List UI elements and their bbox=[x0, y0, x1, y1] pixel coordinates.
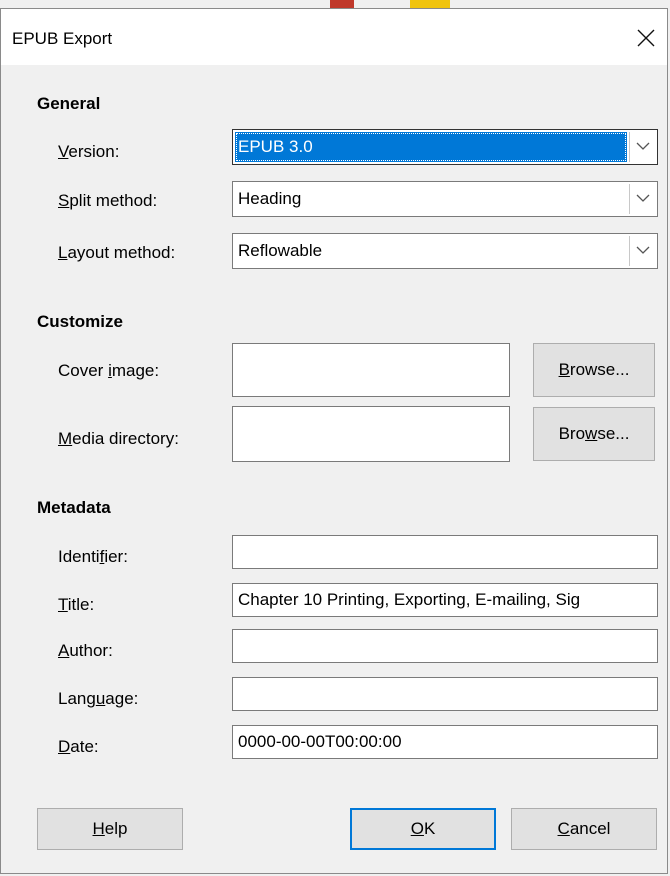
section-customize: Customize bbox=[37, 312, 123, 331]
split-method-select[interactable]: Heading bbox=[232, 181, 658, 217]
identifier-input[interactable] bbox=[232, 535, 658, 569]
chevron-down-icon bbox=[636, 142, 650, 150]
layout-method-select[interactable]: Reflowable bbox=[232, 233, 658, 269]
cancel-button[interactable]: Cancel bbox=[511, 808, 657, 850]
split-method-label: Split method: bbox=[58, 191, 158, 210]
dropdown-button[interactable] bbox=[629, 184, 655, 214]
help-button[interactable]: Help bbox=[37, 808, 183, 850]
section-metadata: Metadata bbox=[37, 498, 111, 517]
media-directory-input[interactable] bbox=[232, 406, 510, 462]
section-general: General bbox=[37, 94, 101, 113]
date-input[interactable]: 0000-00-00T00:00:00 bbox=[232, 725, 658, 759]
date-label: Date: bbox=[58, 737, 99, 756]
author-input[interactable] bbox=[232, 629, 658, 663]
identifier-label: Identifier: bbox=[58, 547, 128, 566]
version-label: Version: bbox=[58, 142, 120, 161]
close-icon[interactable] bbox=[629, 21, 663, 55]
cover-image-label: Cover image: bbox=[58, 361, 160, 380]
title-bar: EPUB Export bbox=[1, 9, 667, 65]
cover-image-input[interactable] bbox=[232, 343, 510, 397]
layout-method-value: Reflowable bbox=[238, 241, 323, 260]
language-label: Language: bbox=[58, 689, 139, 708]
chevron-down-icon bbox=[636, 246, 650, 254]
author-label: Author: bbox=[58, 641, 113, 660]
chevron-down-icon bbox=[636, 194, 650, 202]
split-method-value: Heading bbox=[238, 189, 302, 208]
version-value: EPUB 3.0 bbox=[238, 137, 313, 156]
media-directory-label: Media directory: bbox=[58, 429, 179, 448]
media-directory-browse-button[interactable]: Browse... bbox=[533, 407, 655, 461]
background-app-mark bbox=[410, 0, 450, 8]
ok-button[interactable]: OK bbox=[350, 808, 496, 850]
version-select[interactable]: EPUB 3.0 bbox=[232, 129, 658, 165]
layout-method-label: Layout method: bbox=[58, 243, 176, 262]
dropdown-button[interactable] bbox=[629, 132, 655, 162]
background-app-mark bbox=[330, 0, 354, 8]
cover-image-browse-button[interactable]: Browse... bbox=[533, 343, 655, 397]
language-input[interactable] bbox=[232, 677, 658, 711]
epub-export-dialog: EPUB Export General Version: EPUB 3.0 Sp… bbox=[0, 8, 668, 874]
title-label: Title: bbox=[58, 595, 95, 614]
title-input[interactable]: Chapter 10 Printing, Exporting, E-mailin… bbox=[232, 583, 658, 617]
dropdown-button[interactable] bbox=[629, 236, 655, 266]
dialog-title: EPUB Export bbox=[12, 29, 113, 48]
